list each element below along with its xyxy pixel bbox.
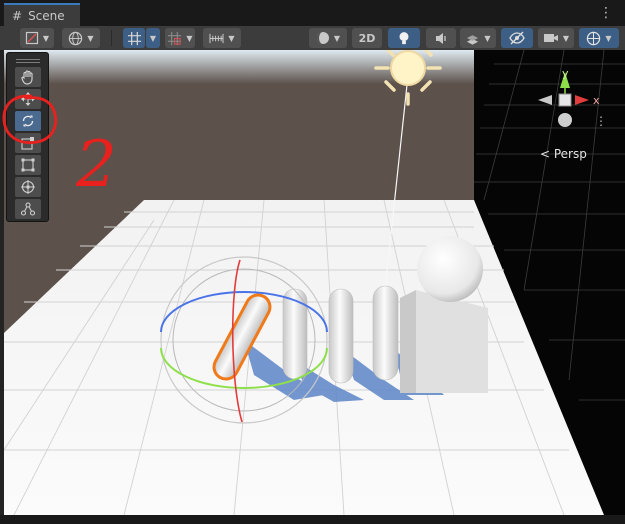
- gizmo-globe-icon: [587, 31, 601, 45]
- draw-mode-button[interactable]: ▼: [20, 28, 54, 48]
- effects-icon: [467, 35, 479, 45]
- scene-window: # Scene ⋮ ▼ ▼ ▼ ▼ ▼ ▼ 2D ▼ ▼ ▼ ⋮ y x < P…: [0, 0, 625, 524]
- annotation-number: 2: [76, 128, 117, 202]
- transform-tool-button[interactable]: [15, 177, 41, 197]
- scene-render: [4, 50, 625, 515]
- lighting-toggle[interactable]: [388, 28, 420, 48]
- lightbulb-icon: [399, 31, 409, 44]
- annotation-circle: [2, 94, 58, 145]
- y-axis-label: y: [562, 67, 569, 80]
- globe-icon: [69, 31, 83, 45]
- tab-bar: # Scene ⋮: [0, 0, 625, 27]
- shading-mode-button[interactable]: ▼: [309, 28, 347, 48]
- tab-scene-label: Scene: [28, 8, 65, 23]
- increment-snap-button[interactable]: ▼: [165, 28, 195, 48]
- panel-drag-handle[interactable]: [16, 59, 40, 63]
- mode-2d-button[interactable]: 2D: [352, 28, 382, 48]
- gizmo-menu-icon[interactable]: ⋮: [595, 114, 607, 128]
- x-axis-label: x: [593, 94, 600, 107]
- transform-tool-icon: [21, 180, 35, 194]
- grid-snap-icon: [127, 31, 141, 45]
- cube-object: [400, 290, 488, 393]
- rect-tool-icon: [21, 158, 35, 172]
- gizmos-button[interactable]: ▼: [579, 28, 619, 48]
- audio-toggle[interactable]: [426, 28, 456, 48]
- camera-icon: [543, 34, 558, 42]
- hand-tool-icon: [21, 70, 33, 85]
- toolbar-separator: [111, 30, 112, 46]
- hand-tool-button[interactable]: [15, 67, 41, 87]
- custom-tool-icon: [20, 202, 36, 216]
- hidden-objects-toggle[interactable]: [501, 28, 533, 48]
- ruler-button[interactable]: ▼: [203, 28, 241, 48]
- draw-mode-icon: [25, 31, 39, 45]
- camera-settings-button[interactable]: ▼: [538, 28, 574, 48]
- shading-sphere-icon: [316, 32, 329, 44]
- scene-viewport[interactable]: ⋮ y x < Persp 2: [4, 50, 625, 515]
- grid-snap-dropdown[interactable]: ▼: [146, 28, 160, 48]
- sphere-object: [417, 236, 483, 302]
- scene-toolbar: ▼ ▼ ▼ ▼ ▼ ▼ 2D ▼ ▼ ▼: [0, 26, 625, 51]
- global-toggle[interactable]: ▼: [62, 28, 100, 48]
- bottom-border: [0, 515, 625, 524]
- rect-tool-button[interactable]: [15, 155, 41, 175]
- grid-snap-button[interactable]: [123, 28, 145, 48]
- audio-icon: [436, 32, 446, 44]
- visibility-off-icon: [509, 31, 525, 45]
- kebab-menu-icon[interactable]: ⋮: [599, 6, 613, 20]
- perspective-label[interactable]: < Persp: [540, 147, 587, 161]
- increment-snap-icon: [168, 31, 182, 45]
- ruler-icon: [209, 33, 224, 43]
- tab-scene[interactable]: # Scene: [4, 3, 80, 26]
- capsule-objects: [282, 285, 399, 384]
- grid-icon: #: [12, 8, 23, 23]
- effects-button[interactable]: ▼: [460, 28, 496, 48]
- custom-tool-button[interactable]: [15, 199, 41, 219]
